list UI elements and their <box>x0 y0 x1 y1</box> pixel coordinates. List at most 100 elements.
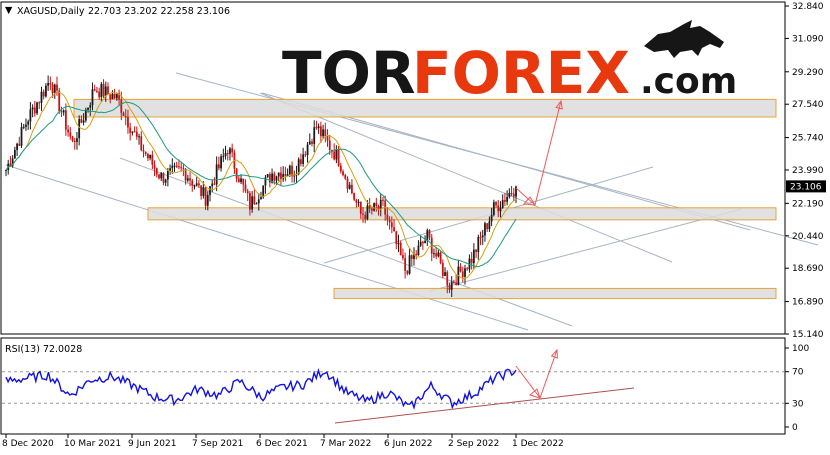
candle-body <box>359 201 362 214</box>
candle-body <box>284 174 287 176</box>
date-axis-label: 6 Dec 2021 <box>256 439 308 449</box>
support-resistance-zone <box>333 287 777 300</box>
candle-body <box>417 245 420 256</box>
price-chart-canvas: ▼ XAGUSD,Daily 22.703 23.202 22.258 23.1… <box>0 1 826 449</box>
candle-body <box>100 83 103 98</box>
candle-body <box>122 112 125 117</box>
candle-body <box>390 222 393 228</box>
candle-body <box>78 119 81 139</box>
candle-body <box>428 230 431 238</box>
price-axis-label: 16.890 <box>792 298 824 308</box>
candle-body <box>209 186 211 195</box>
candle-body <box>461 271 464 277</box>
candle-body <box>133 131 136 133</box>
candle-body <box>355 199 358 203</box>
price-axis-label: 31.090 <box>792 34 824 44</box>
candle-body <box>326 136 329 141</box>
candle-body <box>444 272 446 277</box>
candle-body <box>410 255 413 259</box>
current-price-label: 23.106 <box>790 182 822 192</box>
candle-body <box>169 168 171 171</box>
candle-body <box>60 111 63 113</box>
candle-body <box>200 185 203 196</box>
candle-body <box>120 99 123 113</box>
candle-body <box>109 94 112 100</box>
candle-body <box>439 252 442 263</box>
candle-body <box>288 165 291 175</box>
candle-body <box>297 159 300 174</box>
candle-body <box>71 136 74 142</box>
candle-body <box>47 83 50 86</box>
candle-body <box>42 91 45 97</box>
candle-body <box>231 148 234 153</box>
candle-body <box>315 127 318 129</box>
candle-body <box>147 153 149 159</box>
candle-body <box>222 156 225 158</box>
candle-body <box>306 144 309 156</box>
candle-body <box>206 194 209 206</box>
candle-body <box>497 205 500 212</box>
candle-body <box>89 105 92 108</box>
candle-body <box>257 199 260 204</box>
candle-body <box>211 183 214 187</box>
candle-body <box>140 136 143 151</box>
candle-body <box>501 200 504 208</box>
candle-body <box>189 178 191 181</box>
candle-body <box>508 192 511 198</box>
price-axis-label: 25.740 <box>792 134 824 144</box>
candle-body <box>402 255 404 259</box>
candle-body <box>280 172 282 180</box>
price-axis-label: 27.540 <box>792 100 824 110</box>
candle-body <box>229 148 231 154</box>
candle-body <box>510 192 513 194</box>
candle-body <box>171 165 174 169</box>
candle-body <box>40 91 43 103</box>
candle-body <box>22 126 25 128</box>
candle-body <box>69 132 72 137</box>
dropdown-triangle-icon[interactable]: ▼ <box>5 5 13 16</box>
candle-body <box>437 252 440 257</box>
candle-body <box>313 127 316 144</box>
candle-body <box>453 281 455 283</box>
candle-body <box>87 107 89 110</box>
candle-body <box>107 86 109 95</box>
candle-body <box>144 151 147 154</box>
rsi-axis-label: 0 <box>792 423 798 433</box>
candle-body <box>31 107 34 110</box>
candle-body <box>193 185 196 187</box>
symbol-label: XAGUSD,Daily <box>17 6 85 17</box>
date-axis-label: 7 Mar 2022 <box>320 439 371 449</box>
candle-body <box>260 197 262 200</box>
candle-body <box>373 203 375 211</box>
candle-body <box>435 253 438 257</box>
candle-body <box>29 109 32 122</box>
candle-body <box>246 190 249 194</box>
logo-part-com: .com <box>640 61 737 102</box>
candle-body <box>131 131 134 133</box>
candle-body <box>173 165 176 167</box>
candle-body <box>64 110 67 130</box>
price-axis-label: 23.990 <box>792 166 824 176</box>
candle-body <box>504 200 506 202</box>
price-axis-label: 18.690 <box>792 264 824 274</box>
candle-body <box>160 173 163 179</box>
candle-body <box>512 193 515 197</box>
candle-body <box>220 156 222 169</box>
candle-body <box>135 131 138 137</box>
candle-body <box>499 207 502 212</box>
support-resistance-zone <box>147 207 777 221</box>
candle-body <box>395 231 398 244</box>
candle-body <box>379 199 382 210</box>
candle-body <box>149 154 152 159</box>
candle-body <box>399 242 402 256</box>
rsi-label: RSI(13) 72.0028 <box>5 344 82 355</box>
candle-body <box>406 270 409 274</box>
candle-body <box>459 266 462 272</box>
candle-body <box>308 141 311 145</box>
candle-body <box>419 241 422 246</box>
candle-body <box>33 107 36 114</box>
candle-body <box>91 89 94 106</box>
candle-body <box>470 258 473 264</box>
price-axis-label: 20.440 <box>792 232 824 242</box>
candle-body <box>67 129 69 133</box>
